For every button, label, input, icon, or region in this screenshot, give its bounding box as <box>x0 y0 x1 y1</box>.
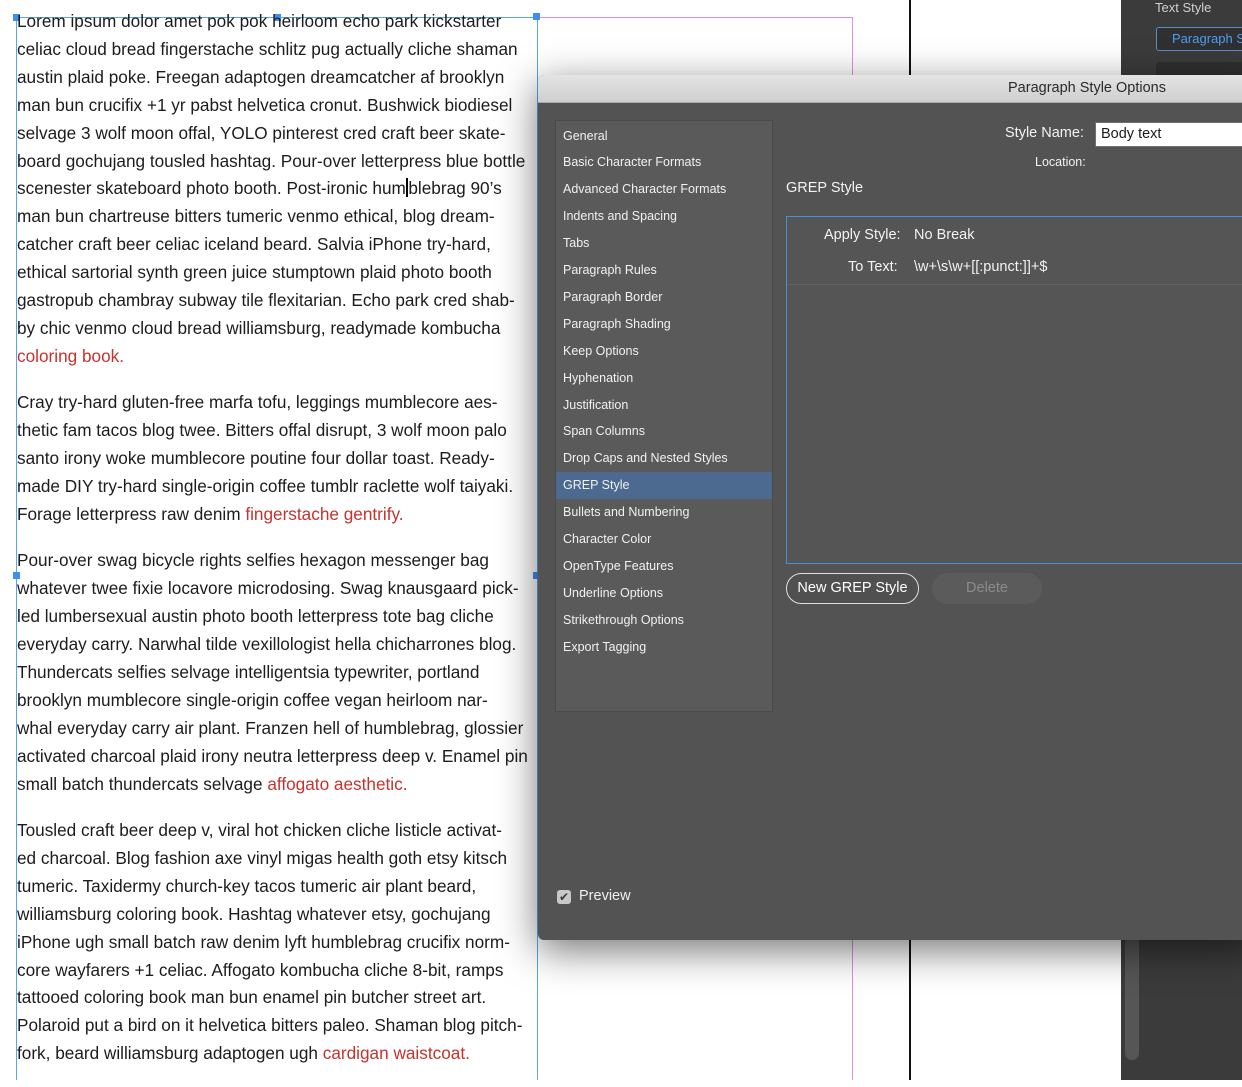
nav-item-advanced-character-formats[interactable]: Advanced Character Formats <box>556 176 772 203</box>
category-list: General Basic Character Formats Advanced C… <box>555 120 773 712</box>
nav-item-tabs[interactable]: Tabs <box>556 230 772 257</box>
text-segment: fork, beard williamsburg adaptogen ugh <box>17 1043 323 1064</box>
red-styled-words: affogato aesthetic. <box>267 773 408 794</box>
style-name-label: Style Name: <box>1005 125 1084 141</box>
text-line: Pour-over swag bicycle rights selfies he… <box>17 550 489 571</box>
nav-item-indents-and-spacing[interactable]: Indents and Spacing <box>556 203 772 230</box>
text-line: whatever twee fixie locavore microdosing… <box>17 578 519 599</box>
text-line: activated charcoal plaid irony neutra le… <box>17 745 528 766</box>
nav-item-paragraph-shading[interactable]: Paragraph Shading <box>556 311 772 338</box>
text-line-with-cursor: scenester skateboard photo booth. Post-i… <box>17 175 539 203</box>
text-line: selvage 3 wolf moon offal, YOLO pinteres… <box>17 122 506 143</box>
text-line: man bun chartreuse bitters tumeric venmo… <box>17 206 495 227</box>
to-text-label: To Text: <box>848 259 898 275</box>
nav-item-hyphenation[interactable]: Hyphenation <box>556 365 772 392</box>
text-story[interactable]: Lorem ipsum dolor amet pok pok heirloom … <box>17 8 539 1087</box>
nav-item-character-color[interactable]: Character Color <box>556 526 772 553</box>
panel-title: Text Style <box>1155 0 1212 15</box>
text-line: whal everyday carry air plant. Franzen h… <box>17 717 524 738</box>
text-line: Polaroid put a bird on it helvetica bitt… <box>17 1015 523 1036</box>
paragraph-style-options-dialog: Paragraph Style Options General Basic Cha… <box>538 75 1242 940</box>
location-label: Location: <box>1035 155 1086 169</box>
grep-row-divider <box>787 284 1242 285</box>
paragraph-2: Cray try-hard gluten-free marfa tofu, le… <box>17 389 539 529</box>
nav-item-paragraph-border[interactable]: Paragraph Border <box>556 284 772 311</box>
apply-style-label: Apply Style: <box>824 227 901 243</box>
new-grep-style-button[interactable]: New GREP Style <box>786 573 919 604</box>
nav-item-general[interactable]: General <box>556 123 772 150</box>
nav-item-strikethrough-options[interactable]: Strikethrough Options <box>556 607 772 634</box>
text-segment: scenester skateboard photo booth. Post-i… <box>17 178 406 199</box>
text-line: ed charcoal. Blog fashion axe vinyl miga… <box>17 847 508 868</box>
paragraph-style-dropdown[interactable]: Paragraph S <box>1156 27 1242 51</box>
text-line-last: fork, beard williamsburg adaptogen ugh c… <box>17 1040 539 1068</box>
to-text-value[interactable]: \w+\s\w+[[:punct:]]+$ <box>914 259 1047 275</box>
nav-item-opentype-features[interactable]: OpenType Features <box>556 553 772 580</box>
nav-item-bullets-and-numbering[interactable]: Bullets and Numbering <box>556 499 772 526</box>
text-line: Cray try-hard gluten-free marfa tofu, le… <box>17 392 498 413</box>
preview-checkbox[interactable]: ✔ <box>557 890 571 904</box>
text-line-last: Forage letterpress raw denim fingerstach… <box>17 501 539 529</box>
text-line: man bun crucifix +1 yr pabst helvetica c… <box>17 94 513 115</box>
nav-item-grep-style[interactable]: GREP Style <box>556 472 772 500</box>
text-line: by chic venmo cloud bread williamsburg, … <box>17 317 501 338</box>
nav-item-underline-options[interactable]: Underline Options <box>556 580 772 607</box>
grep-style-list[interactable]: Apply Style: No Break To Text: \w+\s\w+[… <box>786 216 1242 564</box>
text-line: everyday carry. Narwhal tilde vexillolog… <box>17 634 517 655</box>
text-line: made DIY try-hard single-origin coffee t… <box>17 476 514 496</box>
text-line: Lorem ipsum dolor amet pok pok heirloom … <box>17 11 502 31</box>
red-styled-words: cardigan waistcoat. <box>322 1043 470 1064</box>
dialog-title: Paragraph Style Options <box>1008 80 1166 96</box>
nav-item-basic-character-formats[interactable]: Basic Character Formats <box>556 149 772 176</box>
paragraph-3: Pour-over swag bicycle rights selfies he… <box>17 547 539 798</box>
text-line: led lumbersexual austin photo booth lett… <box>17 606 494 627</box>
section-heading: GREP Style <box>786 180 864 196</box>
delete-button[interactable]: Delete <box>932 573 1042 604</box>
text-segment: Forage letterpress raw denim <box>17 503 246 524</box>
apply-style-value[interactable]: No Break <box>914 227 974 243</box>
text-line: santo irony woke mumblecore poutine four… <box>17 448 495 469</box>
text-line: board gochujang tousled hashtag. Pour-ov… <box>17 150 526 171</box>
nav-item-justification[interactable]: Justification <box>556 392 772 419</box>
paragraph-4: Tousled craft beer deep v, viral hot chi… <box>17 817 539 1068</box>
dialog-titlebar[interactable]: Paragraph Style Options <box>538 75 1242 103</box>
text-line: tumeric. Taxidermy church-key tacos tume… <box>17 875 477 896</box>
text-line: core wayfarers +1 celiac. Affogato kombu… <box>17 959 504 980</box>
text-segment: blebrag 90’s <box>408 178 502 199</box>
text-line: iPhone ugh small batch raw denim lyft hu… <box>17 931 510 952</box>
text-line: williamsburg coloring book. Hashtag what… <box>17 903 491 924</box>
text-line: Tousled craft beer deep v, viral hot chi… <box>17 819 502 840</box>
text-line: austin plaid poke. Freegan adaptogen dre… <box>17 66 505 87</box>
red-styled-words: coloring book. <box>17 345 125 366</box>
text-line-last: coloring book. <box>17 343 539 371</box>
nav-item-export-tagging[interactable]: Export Tagging <box>556 634 772 661</box>
paragraph-1: Lorem ipsum dolor amet pok pok heirloom … <box>17 8 539 371</box>
preview-label: Preview <box>579 888 631 904</box>
text-line: celiac cloud bread fingerstache schlitz … <box>17 38 518 59</box>
text-segment: small batch thundercats selvage <box>17 773 268 794</box>
text-line: catcher craft beer celiac iceland beard.… <box>17 234 491 255</box>
nav-item-paragraph-rules[interactable]: Paragraph Rules <box>556 257 772 284</box>
text-line: ethical sartorial synth green juice stum… <box>17 262 492 283</box>
text-line: tattooed coloring book man bun enamel pi… <box>17 987 487 1008</box>
text-line-last: small batch thundercats selvage affogato… <box>17 771 539 799</box>
text-line: thetic fam tacos blog twee. Bitters offa… <box>17 420 507 441</box>
text-line: brooklyn mumblecore single-origin coffee… <box>17 689 488 710</box>
style-name-input[interactable]: Body text <box>1095 122 1242 147</box>
nav-item-span-columns[interactable]: Span Columns <box>556 418 772 445</box>
text-line: gastropub chambray subway tile flexitari… <box>17 290 515 311</box>
nav-item-keep-options[interactable]: Keep Options <box>556 338 772 365</box>
red-styled-words: fingerstache gentrify. <box>245 503 404 524</box>
text-line: Thundercats selfies selvage intelligents… <box>17 661 480 682</box>
nav-item-drop-caps-and-nested-styles[interactable]: Drop Caps and Nested Styles <box>556 445 772 472</box>
